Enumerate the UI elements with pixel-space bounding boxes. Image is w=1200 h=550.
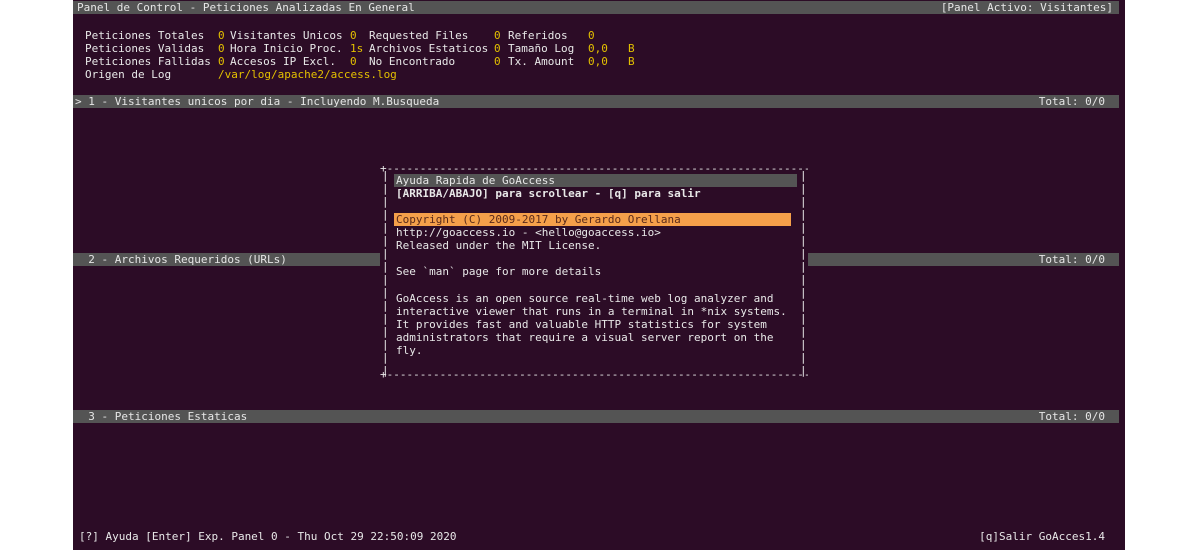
help-website: http://goaccess.io - <hello@goaccess.io> [396, 226, 661, 239]
panel-title: 2 - Archivos Requeridos (URLs) [75, 253, 287, 266]
dashboard-title: Panel de Control - Peticiones Analizadas… [77, 1, 415, 14]
help-selected-line[interactable]: Copyright (C) 2009-2017 by Gerardo Orell… [394, 213, 791, 226]
stat-label: Tamaño Log [508, 42, 575, 55]
stat-value: 0,0 [588, 55, 608, 68]
stat-label: Referidos [508, 29, 568, 42]
help-description-line: GoAccess is an open source real-time web… [396, 292, 774, 305]
help-description-line: administrators that require a visual ser… [396, 331, 774, 344]
stat-value: 0 [494, 55, 501, 68]
dialog-border-right: | | | | | | | | | | | | | | | | [800, 169, 807, 377]
terminal-window: Panel de Control - Peticiones Analizadas… [73, 0, 1125, 550]
stat-value: 0 [350, 29, 357, 42]
stat-value: 0 [350, 55, 357, 68]
stat-label: Peticiones Totales [85, 29, 205, 42]
panel-total: Total: 0/0 [1038, 253, 1105, 266]
footer-quit-version: [q]Salir GoAcces1.4 [979, 530, 1105, 543]
footer-status: [?] Ayuda [Enter] Exp. Panel 0 - Thu Oct… [79, 530, 457, 543]
stat-value: 0 [494, 29, 501, 42]
stat-label: Visitantes Unicos [230, 29, 343, 42]
panel-total: Total: 0/0 [1038, 410, 1105, 423]
help-description-line: interactive viewer that runs in a termin… [396, 305, 787, 318]
stat-unit: B [628, 55, 635, 68]
log-origin-label: Origen de Log [85, 68, 172, 81]
dialog-border-bottom: +---------------------------------------… [380, 368, 808, 381]
stat-label: Archivos Estaticos [369, 42, 489, 55]
active-panel-indicator: [Panel Activo: Visitantes] [940, 1, 1113, 14]
help-dialog[interactable]: +---------------------------------------… [380, 162, 808, 382]
stat-label: No Encontrado [369, 55, 456, 68]
stat-value: 0 [218, 55, 225, 68]
help-license: Released under the MIT License. [396, 239, 602, 252]
stat-value: 0 [218, 42, 225, 55]
stat-value: 0 [494, 42, 501, 55]
help-title: Ayuda Rapida de GoAccess [396, 174, 555, 187]
panel-title: 3 - Peticiones Estaticas [75, 410, 248, 423]
panel-header-static-requests[interactable]: 3 - Peticiones Estaticas Total: 0/0 [73, 410, 1119, 423]
stat-value: 1s [350, 42, 364, 55]
help-subtitle: [ARRIBA/ABAJO] para scrollear - [q] para… [396, 187, 701, 200]
dialog-border-left: | | | | | | | | | | | | | | | | [382, 169, 389, 377]
panel-title: > 1 - Visitantes unicos por dia - Incluy… [75, 95, 440, 108]
panel-total: Total: 0/0 [1038, 95, 1105, 108]
log-origin-path: /var/log/apache2/access.log [218, 68, 397, 81]
stat-value: 0,0 [588, 42, 608, 55]
help-copyright: Copyright (C) 2009-2017 by Gerardo Orell… [396, 213, 681, 226]
help-title-bar: Ayuda Rapida de GoAccess [394, 174, 797, 187]
stat-label: Peticiones Fallidas [85, 55, 211, 68]
stat-label: Requested Files [369, 29, 469, 42]
stat-value: 0 [588, 29, 595, 42]
stat-label: Peticiones Validas [85, 42, 205, 55]
help-description-line: fly. [396, 344, 423, 357]
help-man-hint: See `man` page for more details [396, 265, 602, 278]
stat-label: Hora Inicio Proc. [230, 42, 343, 55]
help-description-line: It provides fast and valuable HTTP stati… [396, 318, 767, 331]
dashboard-header-bar: Panel de Control - Peticiones Analizadas… [73, 1, 1119, 14]
stat-value: 0 [218, 29, 225, 42]
panel-header-visitors[interactable]: > 1 - Visitantes unicos por dia - Incluy… [73, 95, 1119, 108]
stat-label: Tx. Amount [508, 55, 575, 68]
stat-label: Accesos IP Excl. [230, 55, 336, 68]
stat-unit: B [628, 42, 635, 55]
